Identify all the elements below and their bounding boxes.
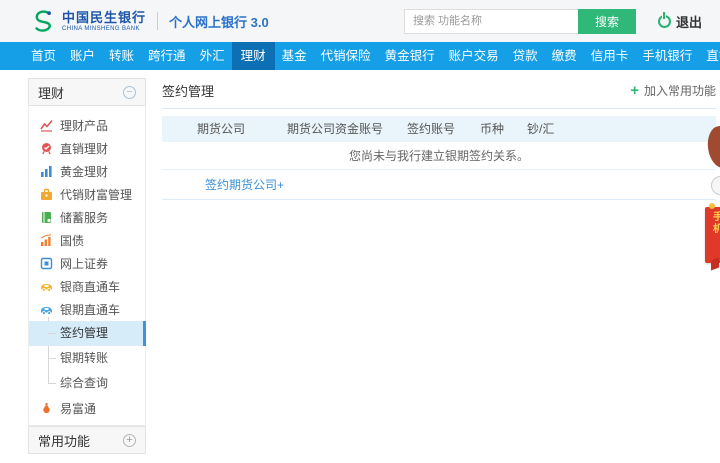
sidebar-subitem-sign-management[interactable]: 签约管理 [29,321,145,346]
nav-item-payments[interactable]: 缴费 [545,42,584,70]
page-title: 签约管理 [162,81,214,100]
nav-item-mobile-banking[interactable]: 手机银行 [635,42,699,70]
add-to-favorites-label: 加入常用功能 [644,82,716,99]
nav-item-wealth[interactable]: 理财 [232,42,275,70]
nav-item-account-trade[interactable]: 账户交易 [442,42,506,70]
nav-item-direct-banking[interactable]: 直销银行 HOT [699,42,720,70]
search-button[interactable]: 搜索 [578,9,636,34]
column-header-sign-account: 签约账号 [407,116,455,142]
sidebar: 理财 − 理财产品 直销理财 黄金理财 代销财富管理 [28,78,146,454]
sidebar-item-label: 易富通 [60,400,96,417]
sidebar-item-agency-wealth[interactable]: 代销财富管理 [29,183,145,206]
car-yellow-icon [40,280,53,293]
car-blue-icon [40,303,53,316]
logout-label: 退出 [676,12,702,31]
column-header-futures-company: 期货公司 [197,116,245,142]
nav-item-accounts[interactable]: 账户 [63,42,102,70]
table-header-row: 期货公司 期货公司资金账号 签约账号 币种 钞/汇 [162,116,716,142]
sidebar-footer-title: 常用功能 [38,431,90,450]
nav-item-funds[interactable]: 基金 [275,42,314,70]
column-header-cash-exchange: 钞/汇 [527,116,554,142]
sidebar-item-label: 银商直通车 [60,278,120,295]
search-input[interactable] [404,9,578,34]
sidebar-subitem-futures-transfer[interactable]: 银期转账 [29,346,145,371]
brand-name-en: CHINA MINSHENG BANK [62,26,146,32]
nav-item-interbank[interactable]: 跨行通 [141,42,193,70]
sidebar-item-direct-wealth[interactable]: 直销理财 [29,137,145,160]
sidebar-item-bank-futures-express[interactable]: 银商直通车 [29,275,145,298]
content-header: 签约管理 + 加入常用功能 [162,78,716,102]
bank-logo-icon [30,8,56,34]
nav-item-credit-card[interactable]: 信用卡 [584,42,636,70]
sidebar-item-label: 储蓄服务 [60,209,108,226]
add-to-favorites-button[interactable]: + 加入常用功能 [630,82,716,99]
passbook-icon [40,211,53,224]
main-nav: 首页 账户 转账 跨行通 外汇 理财 基金 代销保险 黄金银行 账户交易 贷款 … [0,42,720,70]
search-box: 搜索 [404,9,636,34]
plus-icon: + [630,83,639,98]
nav-item-loans[interactable]: 贷款 [506,42,545,70]
sign-link-row: 签约期货公司+ [162,170,716,200]
sidebar-item-futures-express[interactable]: 银期直通车 [29,298,145,321]
page: 中国民生银行 CHINA MINSHENG BANK 个人网上银行 3.0 搜索… [0,0,720,463]
nav-item-home[interactable]: 首页 [24,42,63,70]
expand-icon[interactable]: + [123,434,136,447]
promo-banner-text: 手机 [709,211,720,235]
promo-mobile-banner[interactable]: 手机 [705,207,720,263]
empty-state-message: 您尚未与我行建立银期签约关系。 [162,142,716,170]
sidebar-item-online-securities[interactable]: 网上证券 [29,252,145,275]
sidebar-item-savings[interactable]: 储蓄服务 [29,206,145,229]
sidebar-item-label: 理财产品 [60,117,108,134]
sidebar-group-header[interactable]: 理财 − [28,78,146,106]
sidebar-item-label: 直销理财 [60,140,108,157]
nav-item-gold[interactable]: 黄金银行 [378,42,442,70]
sidebar-subitem-comprehensive-query[interactable]: 综合查询 [29,371,145,396]
sidebar-item-wealth-products[interactable]: 理财产品 [29,114,145,137]
sign-futures-company-link[interactable]: 签约期货公司+ [205,178,284,192]
sidebar-item-label: 黄金理财 [60,163,108,180]
sidebar-footer-common-functions[interactable]: 常用功能 + [28,426,146,454]
sidebar-item-label: 国债 [60,232,84,249]
sidebar-item-label: 网上证券 [60,255,108,272]
brand: 中国民生银行 CHINA MINSHENG BANK 个人网上银行 3.0 [30,8,269,34]
brand-name-cn: 中国民生银行 [62,11,146,24]
page-body: 理财 − 理财产品 直销理财 黄金理财 代销财富管理 [0,70,720,463]
sidebar-subtree: 签约管理 银期转账 综合查询 [29,321,145,396]
nav-item-direct-banking-label: 直销银行 [706,49,720,63]
sidebar-item-treasury-bonds[interactable]: 国债 [29,229,145,252]
header-actions: 搜索 退出 [404,9,702,34]
bar-chart-icon [40,165,53,178]
sidebar-item-gold-wealth[interactable]: 黄金理财 [29,160,145,183]
sidebar-item-label: 银期直通车 [60,301,120,318]
seal-check-icon [40,142,53,155]
sidebar-item-yifutong[interactable]: 易富通 [29,396,145,421]
top-header: 中国民生银行 CHINA MINSHENG BANK 个人网上银行 3.0 搜索… [0,0,720,42]
brand-text: 中国民生银行 CHINA MINSHENG BANK [62,11,146,32]
product-title: 个人网上银行 3.0 [169,12,269,31]
collapse-icon[interactable]: − [123,86,136,99]
line-chart-icon [40,119,53,132]
column-header-currency: 币种 [480,116,504,142]
nav-item-transfer[interactable]: 转账 [102,42,141,70]
power-icon [658,15,671,28]
certificate-icon [40,257,53,270]
gourd-icon [40,402,53,415]
sidebar-group-title: 理财 [38,83,64,102]
column-header-fund-account: 期货公司资金账号 [287,116,383,142]
nav-item-insurance[interactable]: 代销保险 [314,42,378,70]
brand-separator [157,12,158,30]
growth-chart-icon [40,234,53,247]
briefcase-icon [40,188,53,201]
title-divider [162,108,716,109]
main-content: 签约管理 + 加入常用功能 期货公司 期货公司资金账号 签约账号 币种 钞/汇 … [162,78,716,200]
nav-item-forex[interactable]: 外汇 [193,42,232,70]
sidebar-menu: 理财产品 直销理财 黄金理财 代销财富管理 储蓄服务 [28,106,146,426]
sidebar-item-label: 代销财富管理 [60,186,132,203]
logout-button[interactable]: 退出 [658,12,702,31]
